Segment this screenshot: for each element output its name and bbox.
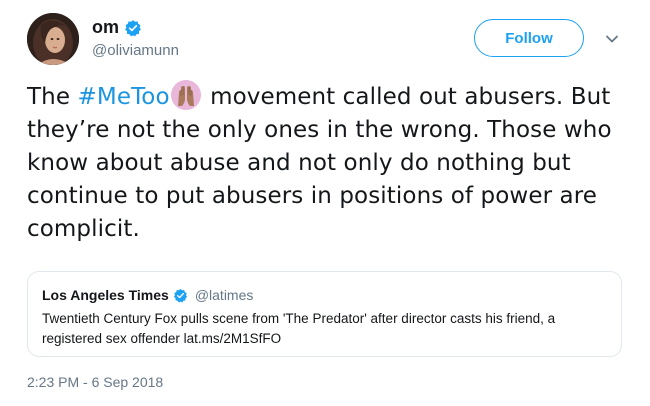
avatar-photo-icon <box>27 13 79 65</box>
author-display-name[interactable]: om <box>92 17 119 38</box>
verified-badge-icon <box>173 288 187 302</box>
chevron-down-icon[interactable] <box>604 31 620 47</box>
tweet-card: om @oliviamunn Follow The #MeToo movemen… <box>0 0 650 406</box>
tweet-timestamp[interactable]: 2:23 PM - 6 Sep 2018 <box>27 374 163 390</box>
tweet-text: The #MeToo movement called out abusers. … <box>27 80 627 246</box>
raised-hands-emoji-icon <box>170 80 201 110</box>
quoted-tweet-header: Los Angeles Times @latimes <box>42 287 253 303</box>
author-handle[interactable]: @oliviamunn <box>92 42 179 59</box>
quoted-tweet[interactable]: Los Angeles Times @latimes Twentieth Cen… <box>27 271 622 357</box>
hashtag-link[interactable]: #MeToo <box>78 84 170 110</box>
follow-button[interactable]: Follow <box>474 19 584 57</box>
tweet-text-start: The <box>27 84 78 110</box>
verified-badge-icon <box>125 19 141 36</box>
quoted-handle: @latimes <box>194 287 254 303</box>
quoted-display-name: Los Angeles Times <box>42 287 169 303</box>
author-avatar[interactable] <box>27 13 79 65</box>
quoted-tweet-text: Twentieth Century Fox pulls scene from '… <box>42 311 556 346</box>
author-name-row[interactable]: om <box>92 17 142 38</box>
